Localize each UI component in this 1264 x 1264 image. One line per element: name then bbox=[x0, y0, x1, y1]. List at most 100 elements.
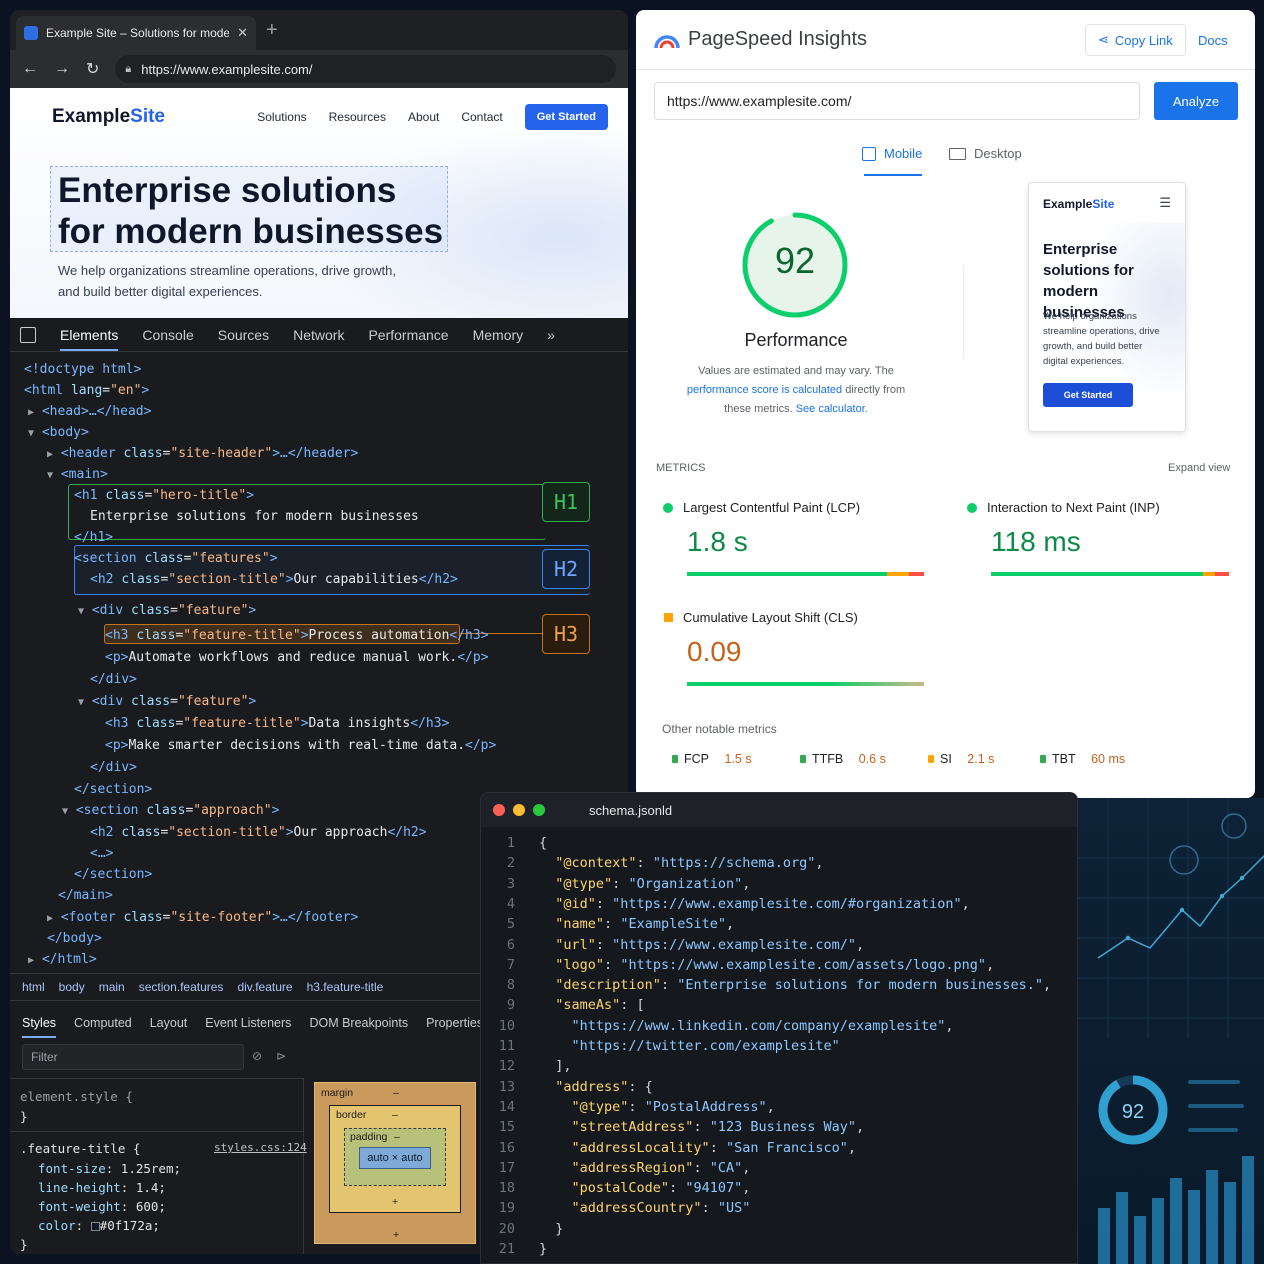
minimize-window-button[interactable] bbox=[513, 804, 525, 816]
get-started-button[interactable]: Get Started bbox=[524, 104, 608, 130]
dom-line[interactable]: <p>Automate workflows and reduce manual … bbox=[105, 650, 489, 665]
expand-view-link[interactable]: Expand view bbox=[1168, 462, 1230, 474]
psi-url-input[interactable]: https://www.examplesite.com/ bbox=[654, 82, 1140, 120]
copy-link-button[interactable]: ⋖ Copy Link bbox=[1085, 24, 1186, 56]
dom-line[interactable]: </section> bbox=[74, 782, 152, 797]
code-line[interactable]: } bbox=[539, 1241, 547, 1257]
dom-line[interactable]: ▶ <head>…</head> bbox=[28, 404, 151, 419]
tab-layout[interactable]: Layout bbox=[150, 1016, 188, 1030]
back-arrow-icon[interactable]: ← bbox=[22, 60, 38, 78]
code-line[interactable]: "@type": "PostalAddress", bbox=[539, 1099, 775, 1115]
tab-performance[interactable]: Performance bbox=[368, 327, 448, 343]
crumb-main[interactable]: main bbox=[99, 980, 125, 994]
nav-solutions[interactable]: Solutions bbox=[257, 110, 306, 124]
code-line[interactable]: "@id": "https://www.examplesite.com/#org… bbox=[539, 896, 970, 912]
inspect-element-icon[interactable] bbox=[20, 326, 36, 343]
nav-contact[interactable]: Contact bbox=[461, 110, 502, 124]
dom-line[interactable]: <html lang="en"> bbox=[24, 383, 149, 398]
stylesheet-link[interactable]: styles.css:124 bbox=[214, 1141, 307, 1154]
dom-line[interactable]: <h2 class="section-title">Our capabiliti… bbox=[90, 572, 458, 587]
analyze-button[interactable]: Analyze bbox=[1154, 82, 1238, 120]
dom-line[interactable]: <h3 class="feature-title">Data insights<… bbox=[105, 716, 449, 731]
crumb-html[interactable]: html bbox=[22, 980, 45, 994]
tab-sources[interactable]: Sources bbox=[218, 327, 269, 343]
crumb-section[interactable]: section.features bbox=[139, 980, 224, 994]
code-line[interactable]: "streetAddress": "123 Business Way", bbox=[539, 1119, 865, 1135]
code-line[interactable]: { bbox=[539, 835, 547, 851]
close-tab-icon[interactable]: ✕ bbox=[237, 25, 248, 41]
dom-line[interactable]: </div> bbox=[90, 760, 137, 775]
crumb-body[interactable]: body bbox=[59, 980, 85, 994]
code-line[interactable]: "@context": "https://schema.org", bbox=[539, 855, 823, 871]
toggle-state-icon[interactable]: ⊘ bbox=[252, 1049, 262, 1063]
dom-line[interactable]: ▶ </html> bbox=[28, 952, 97, 967]
tab-event-listeners[interactable]: Event Listeners bbox=[205, 1016, 291, 1030]
dom-line[interactable]: </div> bbox=[90, 672, 137, 687]
dom-line[interactable]: ▼ <section class="approach"> bbox=[62, 803, 279, 818]
tab-console[interactable]: Console bbox=[142, 327, 193, 343]
crumb-div[interactable]: div.feature bbox=[237, 980, 292, 994]
element-style-rule[interactable]: element.style { bbox=[20, 1089, 133, 1104]
dom-line[interactable]: <…> bbox=[90, 846, 113, 861]
dom-line[interactable]: ▼ <div class="feature"> bbox=[78, 603, 256, 618]
reload-icon[interactable]: ↻ bbox=[86, 59, 99, 79]
dom-line[interactable]: <section class="features"> bbox=[74, 551, 278, 566]
code-line[interactable]: "logo": "https://www.examplesite.com/ass… bbox=[539, 957, 994, 973]
dom-line[interactable]: <h2 class="section-title">Our approach</… bbox=[90, 825, 427, 840]
close-window-button[interactable] bbox=[493, 804, 505, 816]
color-swatch[interactable] bbox=[90, 1222, 100, 1231]
new-rule-icon[interactable]: ⊳ bbox=[276, 1049, 286, 1063]
code-line[interactable]: "addressLocality": "San Francisco", bbox=[539, 1140, 857, 1156]
browser-tab[interactable]: Example Site – Solutions for modern busi… bbox=[16, 16, 256, 50]
tab-elements[interactable]: Elements bbox=[60, 327, 119, 351]
dom-line[interactable]: <h1 class="hero-title"> bbox=[74, 488, 254, 503]
dom-line[interactable]: ▼ <main> bbox=[47, 467, 108, 482]
forward-arrow-icon[interactable]: → bbox=[54, 60, 70, 78]
tab-mobile[interactable]: Mobile bbox=[862, 146, 922, 161]
code-line[interactable]: } bbox=[539, 1221, 563, 1237]
css-declaration[interactable]: line-height: 1.4; bbox=[38, 1180, 166, 1195]
crumb-h3[interactable]: h3.feature-title bbox=[307, 980, 384, 994]
code-line[interactable]: "https://twitter.com/examplesite" bbox=[539, 1038, 840, 1054]
dom-line[interactable]: </body> bbox=[47, 931, 102, 946]
dom-line[interactable]: <p>Make smarter decisions with real-time… bbox=[105, 738, 496, 753]
code-line[interactable]: "postalCode": "94107", bbox=[539, 1180, 751, 1196]
dom-line[interactable]: Enterprise solutions for modern business… bbox=[90, 509, 419, 524]
css-declaration[interactable]: color: #0f172a; bbox=[38, 1218, 160, 1233]
tab-network[interactable]: Network bbox=[293, 327, 344, 343]
nav-about[interactable]: About bbox=[408, 110, 439, 124]
dom-line[interactable]: </section> bbox=[74, 867, 152, 882]
docs-button[interactable]: Docs bbox=[1186, 24, 1240, 56]
tab-styles[interactable]: Styles bbox=[22, 1016, 57, 1038]
dom-line[interactable]: <h3 class="feature-title">Process automa… bbox=[105, 628, 489, 643]
styles-filter-input[interactable]: Filter bbox=[22, 1044, 244, 1070]
maximize-window-button[interactable] bbox=[533, 804, 545, 816]
tab-properties[interactable]: Properties bbox=[426, 1016, 483, 1030]
code-line[interactable]: "@type": "Organization", bbox=[539, 876, 750, 892]
code-line[interactable]: "name": "ExampleSite", bbox=[539, 916, 734, 932]
tab-desktop[interactable]: Desktop bbox=[949, 146, 1022, 161]
more-tabs-icon[interactable]: » bbox=[547, 327, 555, 343]
css-declaration[interactable]: font-size: 1.25rem; bbox=[38, 1161, 181, 1176]
rule-selector[interactable]: .feature-title { bbox=[20, 1141, 140, 1156]
dom-line[interactable]: ▼ <body> bbox=[28, 425, 89, 440]
new-tab-button[interactable]: + bbox=[266, 19, 278, 42]
code-line[interactable]: "https://www.linkedin.com/company/exampl… bbox=[539, 1018, 954, 1034]
nav-resources[interactable]: Resources bbox=[329, 110, 386, 124]
score-calc-link[interactable]: performance score is calculated bbox=[687, 384, 842, 396]
code-line[interactable]: "address": { bbox=[539, 1079, 653, 1095]
dom-line[interactable]: ▼ <div class="feature"> bbox=[78, 694, 256, 709]
dom-line[interactable]: <!doctype html> bbox=[24, 362, 141, 377]
url-input[interactable]: 🔒︎ https://www.examplesite.com/ bbox=[115, 55, 616, 83]
css-declaration[interactable]: font-weight: 600; bbox=[38, 1199, 166, 1214]
tab-dom-breakpoints[interactable]: DOM Breakpoints bbox=[309, 1016, 408, 1030]
tab-computed[interactable]: Computed bbox=[74, 1016, 132, 1030]
code-line[interactable]: "addressCountry": "US" bbox=[539, 1200, 751, 1216]
code-line[interactable]: "url": "https://www.examplesite.com/", bbox=[539, 937, 864, 953]
dom-line[interactable]: </main> bbox=[58, 888, 113, 903]
code-line[interactable]: "addressRegion": "CA", bbox=[539, 1160, 751, 1176]
code-line[interactable]: "sameAs": [ bbox=[539, 997, 644, 1013]
site-logo[interactable]: ExampleSite bbox=[52, 106, 165, 128]
tab-memory[interactable]: Memory bbox=[473, 327, 524, 343]
dom-line[interactable]: ▶ <footer class="site-footer">…</footer> bbox=[47, 910, 358, 925]
